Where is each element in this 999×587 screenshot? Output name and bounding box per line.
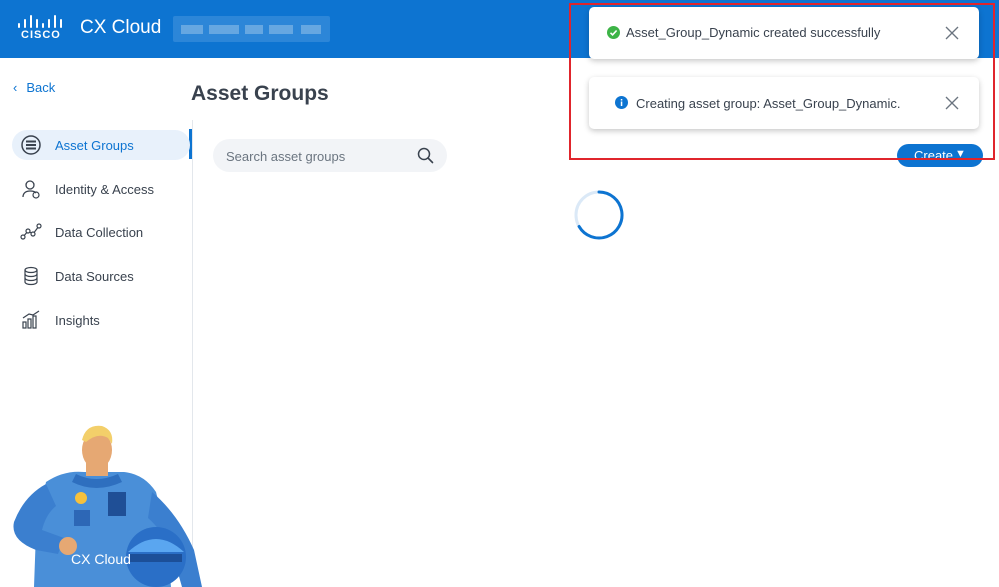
sidebar-item-data-sources[interactable]: Data Sources bbox=[12, 261, 190, 291]
sidebar-item-label: Asset Groups bbox=[55, 138, 134, 153]
sidebar-item-insights[interactable]: Insights bbox=[12, 305, 190, 335]
data-collection-icon bbox=[20, 221, 42, 243]
cisco-bars-icon bbox=[18, 15, 62, 28]
chevron-left-icon: ‹ bbox=[13, 80, 18, 95]
loading-spinner bbox=[574, 190, 624, 240]
highlight-annotation-box bbox=[569, 3, 995, 160]
identity-icon bbox=[20, 178, 42, 200]
back-label: Back bbox=[26, 80, 56, 95]
sidebar-item-asset-groups[interactable]: Asset Groups bbox=[12, 130, 190, 160]
sidebar-item-label: Data Collection bbox=[55, 225, 144, 240]
sidebar-item-label: Insights bbox=[55, 313, 100, 328]
mascot-caption: CX Cloud bbox=[71, 551, 131, 567]
cisco-wordmark: CISCO bbox=[21, 29, 61, 41]
search-box bbox=[213, 139, 447, 172]
search-icon[interactable] bbox=[417, 147, 434, 169]
insights-icon bbox=[20, 309, 42, 331]
sidebar-item-label: Identity & Access bbox=[55, 182, 154, 197]
app-title: CX Cloud bbox=[80, 17, 162, 38]
search-input[interactable] bbox=[226, 147, 416, 165]
asset-groups-icon bbox=[20, 134, 42, 156]
cisco-logo[interactable]: CISCO bbox=[17, 15, 63, 43]
sidebar-item-data-collection[interactable]: Data Collection bbox=[12, 217, 190, 247]
database-icon bbox=[20, 265, 42, 287]
customer-selector-redacted[interactable] bbox=[173, 16, 330, 42]
sidebar-item-identity-access[interactable]: Identity & Access bbox=[12, 174, 190, 204]
sidebar-item-label: Data Sources bbox=[55, 269, 134, 284]
page-title: Asset Groups bbox=[191, 82, 329, 105]
back-link[interactable]: ‹ Back bbox=[13, 80, 55, 95]
